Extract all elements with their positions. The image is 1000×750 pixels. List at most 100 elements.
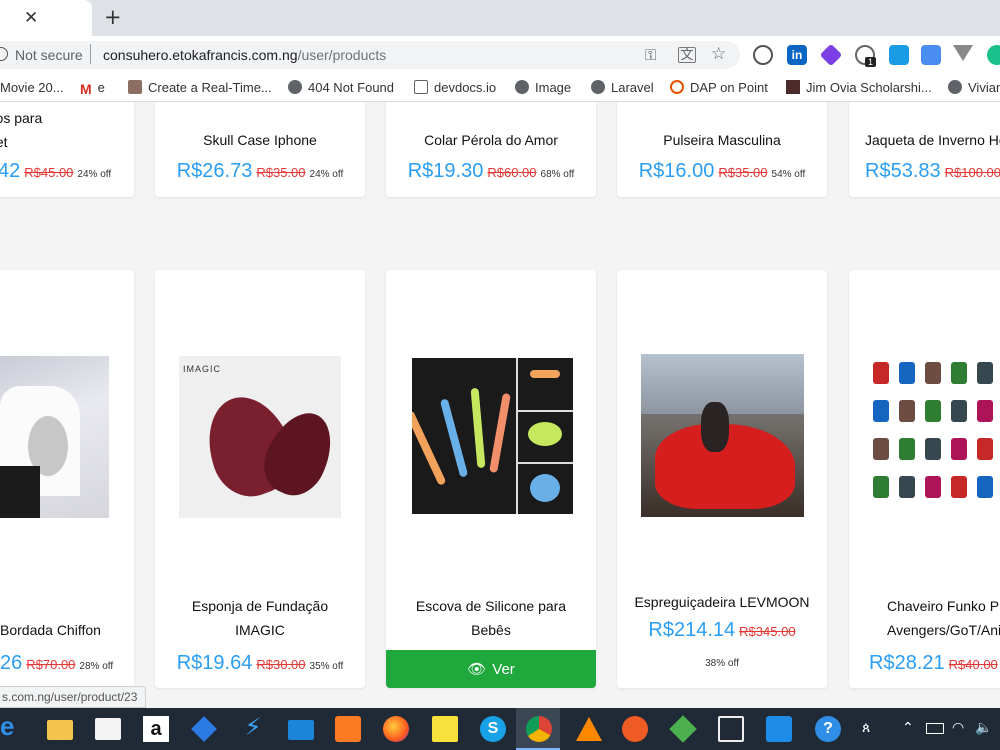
extension-link-icon[interactable]: 1: [855, 45, 877, 67]
skype-icon[interactable]: S: [480, 716, 506, 742]
product-old-price: R$100.00: [944, 165, 1000, 180]
product-card[interactable]: Espreguiçadeira LEVMOON R$214.14 R$345.00…: [617, 270, 827, 688]
photos-icon[interactable]: [718, 716, 744, 742]
view-product-button[interactable]: 👁 Ver: [386, 650, 596, 688]
bookmark-gmail[interactable]: Me: [80, 80, 105, 97]
price-row: R$26.73 R$35.00 24% off: [155, 160, 365, 183]
extension-code-icon[interactable]: [753, 45, 773, 65]
chevron-up-icon[interactable]: ⌃: [902, 720, 914, 736]
bookmark-movie[interactable]: Movie 20...: [0, 80, 64, 95]
tab-close-button[interactable]: ✕: [24, 8, 38, 28]
help-icon[interactable]: ?: [815, 716, 841, 742]
file-explorer-icon[interactable]: [47, 720, 73, 740]
star-icon[interactable]: ☆: [711, 44, 726, 64]
eye-icon: 👁: [467, 660, 487, 678]
product-image[interactable]: IMAGIC: [179, 356, 341, 518]
product-card[interactable]: IMAGIC Esponja de Fundação IMAGIC R$19.6…: [155, 270, 365, 688]
windows-taskbar: e a ⚡ S ? ጰ ⌃ ◠ 🔈: [0, 708, 1000, 750]
bookmark-404[interactable]: 404 Not Found: [288, 80, 394, 95]
product-price: R$28.21: [869, 652, 945, 674]
product-discount: 38% off: [705, 658, 739, 669]
git-icon[interactable]: [669, 715, 697, 743]
info-icon[interactable]: [0, 47, 8, 61]
address-bar[interactable]: Not secure consuhero.etokafrancis.com.ng…: [0, 41, 740, 69]
bookmark-vivian[interactable]: Vivian: [948, 80, 1000, 95]
product-card[interactable]: Escova de Silicone para Bebês 👁 Ver: [386, 270, 596, 688]
product-card[interactable]: Pulseira Masculina R$16.00 R$35.00 54% off: [617, 102, 827, 197]
product-card[interactable]: Bordada Chiffon 26 R$70.00 28% off: [0, 270, 134, 688]
extension-share-icon[interactable]: [889, 45, 909, 65]
image-divider: [516, 410, 573, 412]
gmail-icon: M: [80, 81, 92, 97]
bookmark-image[interactable]: Image: [515, 80, 571, 95]
bookmark-label: Laravel: [611, 80, 654, 95]
product-card[interactable]: Skull Case Iphone R$26.73 R$35.00 24% off: [155, 102, 365, 197]
dropbox-icon[interactable]: [191, 716, 217, 742]
bookmark-devdocs[interactable]: devdocs.io: [414, 80, 496, 95]
url-text[interactable]: consuhero.etokafrancis.com.ng/user/produ…: [103, 47, 386, 63]
funko-keychain: [951, 362, 967, 384]
product-old-price: R$345.00: [739, 624, 796, 639]
battery-icon[interactable]: [926, 723, 944, 734]
product-discount: 35% off: [309, 661, 344, 672]
firefox-icon[interactable]: [383, 716, 409, 742]
store-icon[interactable]: [95, 718, 121, 740]
teamviewer-icon[interactable]: [766, 716, 792, 742]
funko-keychain: [977, 438, 993, 460]
product-card[interactable]: Jaqueta de Inverno Ho R$53.83 R$100.00: [849, 102, 1000, 197]
product-discount: 28% off: [79, 661, 114, 672]
funko-keychain: [925, 476, 941, 498]
extension-translate-icon[interactable]: [921, 45, 941, 65]
sticky-notes-icon[interactable]: [432, 716, 458, 742]
edge-icon[interactable]: e: [0, 711, 26, 741]
vlc-icon[interactable]: [576, 717, 602, 741]
product-card[interactable]: Colar Pérola do Amor R$19.30 R$60.00 68% o…: [386, 102, 596, 197]
price-row: R$28.21 R$40.00: [869, 652, 1000, 675]
product-card[interactable]: Chaveiro Funko P Avengers/GoT/Ani R$28.2…: [849, 270, 1000, 688]
key-icon[interactable]: ⚿: [645, 46, 656, 64]
security-label[interactable]: Not secure: [15, 47, 83, 63]
xampp-icon[interactable]: [335, 716, 361, 742]
product-card[interactable]: dor de Pelos para Pet 42R$45.0024% off: [0, 102, 134, 197]
product-image[interactable]: [641, 354, 804, 517]
translate-icon[interactable]: 文: [678, 47, 696, 63]
postman-icon[interactable]: [622, 716, 648, 742]
volume-icon[interactable]: 🔈: [975, 720, 992, 736]
new-tab-button[interactable]: +: [104, 5, 122, 29]
funko-keychain: [977, 400, 993, 422]
funko-keychain: [925, 362, 941, 384]
bookmark-dap[interactable]: DAP on Point: [670, 80, 768, 95]
chrome-icon[interactable]: [526, 716, 552, 742]
product-title: Colar Pérola do Amor: [424, 132, 558, 148]
vscode-icon[interactable]: ⚡: [240, 713, 266, 741]
product-title: Jaqueta de Inverno Ho: [865, 132, 1000, 148]
product-price: R$53.83: [865, 160, 941, 182]
vue-devtools-icon[interactable]: [953, 45, 973, 61]
bookmark-laravel[interactable]: Laravel: [591, 80, 654, 95]
product-image[interactable]: [0, 356, 109, 518]
bookmark-icon: [128, 80, 142, 94]
mail-icon[interactable]: [288, 720, 314, 740]
funko-keychain: [925, 400, 941, 422]
product-price: R$16.00: [638, 160, 715, 182]
active-tab[interactable]: ✕: [0, 0, 92, 36]
bookmark-label: 404 Not Found: [308, 80, 395, 95]
product-image[interactable]: [412, 358, 573, 514]
globe-icon: [948, 80, 962, 94]
extension-cube-icon[interactable]: [819, 43, 843, 67]
funko-keychain: [977, 362, 993, 384]
extension-grammarly-icon[interactable]: [987, 45, 1000, 65]
jim-ovia-icon: [786, 80, 800, 94]
amazon-icon[interactable]: a: [143, 716, 169, 742]
linkedin-icon[interactable]: in: [787, 45, 807, 65]
product-old-price: R$35.00: [256, 165, 306, 180]
product-image[interactable]: [869, 354, 1000, 517]
product-price: 26: [0, 652, 23, 674]
bookmark-create-real-time[interactable]: Create a Real-Time...: [128, 80, 272, 95]
bookmark-jim-ovia[interactable]: Jim Ovia Scholarshi...: [786, 80, 932, 95]
funko-keychain: [951, 476, 967, 498]
people-icon[interactable]: ጰ: [862, 720, 870, 736]
wifi-icon[interactable]: ◠: [952, 720, 964, 736]
funko-keychain: [873, 362, 889, 384]
product-price: R$214.14: [648, 619, 736, 641]
